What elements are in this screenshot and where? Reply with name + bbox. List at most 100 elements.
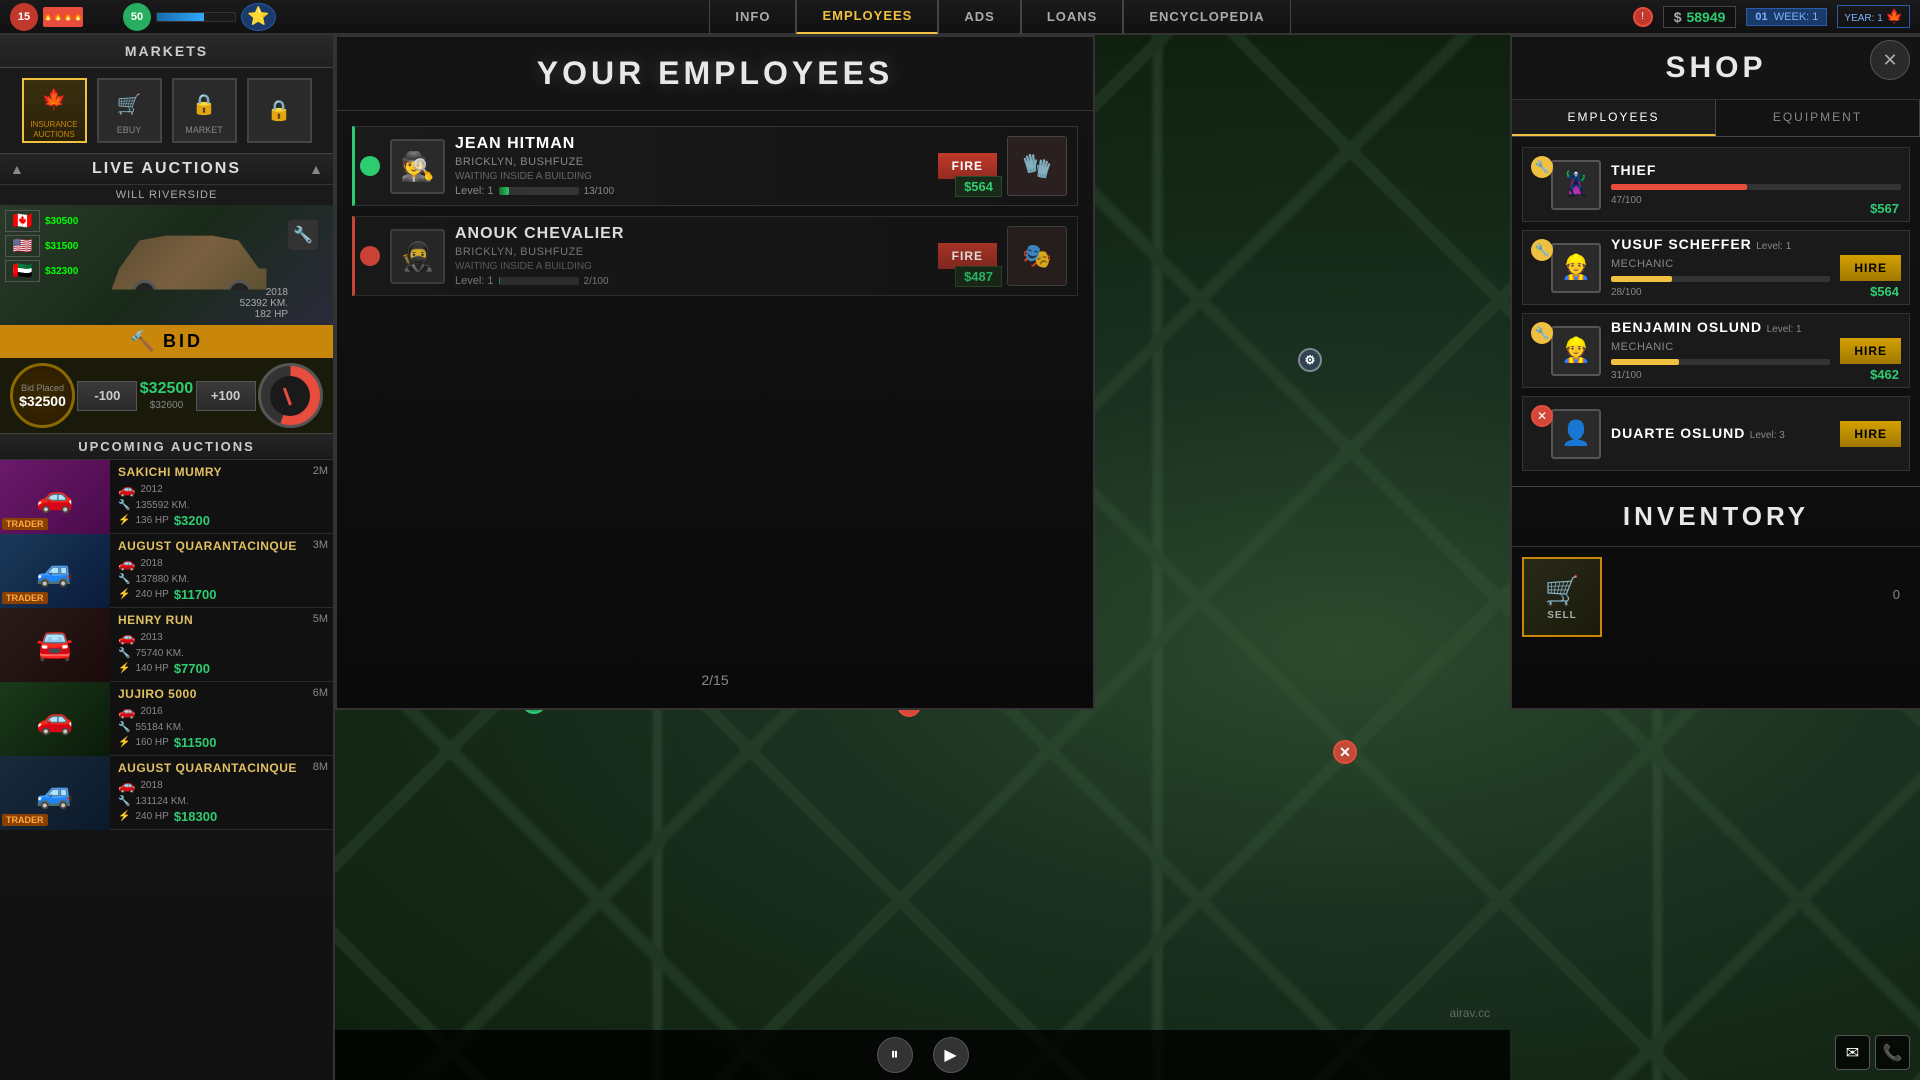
live-auctions-chevron-down[interactable]: ▲ (309, 161, 323, 177)
duarte-info: DUARTE OSLUND Level: 3 (1611, 425, 1830, 443)
notification-icon[interactable]: 15 (10, 3, 38, 31)
employee-list: 🕵️ JEAN HITMAN BRICKLYN, BUSHFUZE WAITIN… (337, 111, 1093, 311)
km-icon-3: 🔧 (118, 648, 130, 659)
exp-bar-container-2 (499, 277, 579, 285)
duarte-level: Level: 3 (1750, 430, 1785, 441)
insurance-label: INSURANCEAUCTIONS (30, 120, 77, 139)
auction-hp-4: ⚡ 160 HP $11500 (118, 735, 305, 750)
score-icon[interactable]: 50 (123, 3, 151, 31)
employee-level-row-1: Level: 1 13/100 (455, 185, 928, 197)
gauge-needle (283, 387, 292, 405)
shop-tab-employees[interactable]: EMPLOYEES (1512, 100, 1716, 136)
auction-item-1[interactable]: 🚗 TRADER SAKICHI MUMRY 🚗 2012 🔧 135592 K… (0, 460, 333, 534)
shop-tab-equipment[interactable]: EQUIPMENT (1716, 100, 1920, 136)
close-button[interactable]: ✕ (1870, 40, 1910, 80)
auction-item-2[interactable]: 🚙 TRADER AUGUST QUARANTACINQUE 🚗 2018 🔧 … (0, 534, 333, 608)
phone-icon[interactable]: 📞 (1875, 1035, 1910, 1070)
car-info: 2018 52392 KM. 182 HP (240, 287, 288, 320)
hire-benjamin-button[interactable]: HIRE (1840, 338, 1901, 364)
timer-4: 6M (313, 682, 333, 699)
km-icon-4: 🔧 (118, 722, 130, 733)
market-market[interactable]: 🔒 MARKET (172, 78, 237, 143)
hire-yusuf-button[interactable]: HIRE (1840, 255, 1901, 281)
nav-encyclopedia[interactable]: ENCYCLOPEDIA (1123, 0, 1290, 34)
market-ebuy[interactable]: 🛒 EBUY (97, 78, 162, 143)
benjamin-exp-bar (1611, 359, 1679, 365)
auction-item-3[interactable]: 🚘 HENRY RUN 🚗 2013 🔧 75740 KM. ⚡ 140 HP … (0, 608, 333, 682)
yusuf-exp-bar-container (1611, 276, 1830, 282)
map-marker-gear[interactable]: ⚙ (1298, 348, 1322, 372)
live-auction-card: WILL RIVERSIDE 🇨🇦 $30500 🇺🇸 $31500 🇦🇪 $3… (0, 185, 333, 433)
flag-uae: 🇦🇪 (5, 260, 40, 282)
hp-icon-5: ⚡ (118, 811, 130, 822)
car-wheel-left (132, 280, 157, 305)
employee-level-row-2: Level: 1 2/100 (455, 275, 928, 287)
benjamin-icon: 👷 (1551, 326, 1601, 376)
shop-list: 🔧 🦹 THIEF 47/100 $567 🔧 👷 YUSUF SCHEFFER… (1512, 137, 1920, 481)
week-label: 1 (1812, 11, 1818, 23)
bid-plus-button[interactable]: +100 (196, 381, 256, 411)
car-icon-3: 🚗 (118, 629, 135, 646)
nav-loans[interactable]: LOANS (1021, 0, 1124, 34)
upcoming-auctions-header: UPCOMING AUCTIONS (0, 433, 333, 460)
trader-badge-5: TRADER (2, 814, 48, 826)
market-locked[interactable]: 🔒 (247, 78, 312, 143)
live-auctions-chevron-up[interactable]: ▲ (10, 161, 24, 177)
markets-title: MARKETS (125, 43, 208, 59)
pause-button[interactable]: ⏸ (877, 1037, 913, 1073)
inventory-count: 0 (1893, 587, 1900, 602)
hp-2: 240 HP (135, 589, 168, 600)
employees-panel-title: YOUR EMPLOYEES (337, 37, 1093, 111)
benjamin-exp-bar-container (1611, 359, 1830, 365)
auction-meta-3: 🚗 2013 (118, 629, 305, 646)
km-icon-5: 🔧 (118, 796, 130, 807)
nav-ads[interactable]: ADS (938, 0, 1020, 34)
exp-text-2: 2/100 (584, 276, 609, 287)
sell-slot[interactable]: 🛒 SELL (1522, 557, 1602, 637)
timer-1: 2M (313, 460, 333, 477)
bottom-media-controls: ⏸ ▶ (335, 1030, 1510, 1080)
employee-card-2: 🥷 ANOUK CHEVALIER BRICKLYN, BUSHFUZE WAI… (352, 216, 1078, 296)
yusuf-exp-text: 28/100 (1611, 287, 1642, 298)
auction-meta-2: 🚗 2018 (118, 555, 305, 572)
hire-duarte-button[interactable]: HIRE (1840, 421, 1901, 447)
upcoming-auctions-title: UPCOMING AUCTIONS (78, 439, 255, 454)
employee-avatar-1: 🕵️ (390, 139, 445, 194)
auction-name-2: AUGUST QUARANTACINQUE (118, 539, 305, 553)
nav-info[interactable]: INFO (709, 0, 796, 34)
employee-thumb-1: 🧤 (1007, 136, 1067, 196)
wrench-icon[interactable]: 🔧 (288, 220, 318, 250)
employee-status-dot-2 (360, 246, 380, 266)
auction-item-5[interactable]: 🚙 TRADER AUGUST QUARANTACINQUE 🚗 2018 🔧 … (0, 756, 333, 830)
mail-icon[interactable]: ✉ (1835, 1035, 1870, 1070)
bid-placed-label: Bid Placed (21, 383, 64, 393)
price-2: $11700 (174, 587, 217, 602)
car-hp: 182 HP (240, 309, 288, 320)
market-insurance-auctions[interactable]: 🍁 INSURANCEAUCTIONS (22, 78, 87, 143)
play-button[interactable]: ▶ (933, 1037, 969, 1073)
auction-hp-5: ⚡ 240 HP $18300 (118, 809, 305, 824)
benjamin-exp-text: 31/100 (1611, 370, 1642, 381)
insurance-icon: 🍁 (37, 82, 72, 117)
year-2: 2018 (140, 558, 162, 569)
bid-button[interactable]: 🔨 BID (0, 325, 333, 358)
upcoming-auctions-list: 🚗 TRADER SAKICHI MUMRY 🚗 2012 🔧 135592 K… (0, 460, 333, 830)
km-1: 135592 KM. (135, 500, 189, 511)
live-auctions-title: LIVE AUCTIONS (34, 160, 299, 178)
car-icon-1: 🚗 (118, 481, 135, 498)
score-count: 50 (131, 11, 143, 23)
benjamin-price: $462 (1870, 367, 1899, 382)
auction-info-1: SAKICHI MUMRY 🚗 2012 🔧 135592 KM. ⚡ 136 … (110, 460, 313, 533)
bid-minus-button[interactable]: -100 (77, 381, 137, 411)
wrench-badge-1: 🔧 (1531, 156, 1553, 178)
auction-item-4[interactable]: 🚗 JUJIRO 5000 🚗 2016 🔧 55184 KM. ⚡ 160 H… (0, 682, 333, 756)
auction-img-bg-3: 🚘 (0, 608, 110, 682)
star-icon: ⭐ (241, 3, 276, 31)
bid-current-amount: $32500 (140, 380, 193, 398)
nav-employees[interactable]: EMPLOYEES (796, 0, 938, 34)
auction-info-4: JUJIRO 5000 🚗 2016 🔧 55184 KM. ⚡ 160 HP … (110, 682, 313, 755)
auction-name-5: AUGUST QUARANTACINQUE (118, 761, 305, 775)
markets-header: MARKETS (0, 35, 333, 68)
week-number: 01 (1755, 11, 1767, 23)
map-marker-close-3[interactable]: ✕ (1333, 740, 1357, 764)
